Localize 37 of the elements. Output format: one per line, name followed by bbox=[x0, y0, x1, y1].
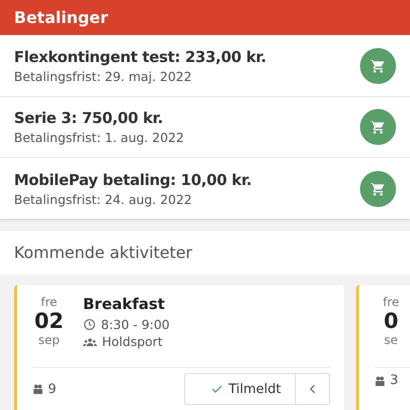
day-number: 02 bbox=[34, 309, 64, 333]
payment-row[interactable]: MobilePay betaling: 10,00 kr. Betalingsfrist: 24. aug. 2022 bbox=[0, 158, 410, 219]
payment-due-date: Betalingsfrist: 24. aug. 2022 bbox=[14, 192, 193, 206]
payment-title: Flexkontingent test: 233,00 kr. bbox=[14, 48, 266, 66]
payment-row[interactable]: Serie 3: 750,00 kr. Betalingsfrist: 1. aug. 2022 bbox=[0, 97, 410, 158]
cart-icon bbox=[370, 119, 386, 135]
participant-count: 3 bbox=[390, 373, 398, 388]
participant-count: 9 bbox=[48, 382, 56, 396]
activity-card[interactable]: fre 02 sep Breakfast 8:30 - 9:00 Holdsport 9 Tilmeldt bbox=[14, 285, 344, 410]
weekday-label: fre bbox=[382, 295, 400, 309]
payment-due-date: Betalingsfrist: 1. aug. 2022 bbox=[14, 130, 184, 145]
signup-status-button[interactable]: Tilmeldt bbox=[184, 373, 296, 405]
month-label: se bbox=[384, 333, 398, 347]
day-number: 0 bbox=[384, 309, 398, 333]
people-icon bbox=[375, 376, 385, 386]
check-icon bbox=[210, 383, 223, 395]
payment-due-date: Betalingsfrist: 29. maj. 2022 bbox=[14, 69, 193, 84]
payment-title: MobilePay betaling: 10,00 kr. bbox=[14, 170, 252, 188]
cart-button[interactable] bbox=[360, 109, 396, 145]
group-icon bbox=[83, 336, 97, 346]
activity-time: 8:30 - 9:00 bbox=[101, 317, 170, 332]
cart-button[interactable] bbox=[360, 170, 396, 206]
activity-card[interactable]: fre 0 se 3 bbox=[356, 285, 410, 410]
weekday-label: fre bbox=[40, 295, 58, 309]
cart-icon bbox=[370, 180, 386, 196]
people-icon bbox=[33, 384, 43, 394]
cart-icon bbox=[370, 58, 386, 74]
payment-title: Serie 3: 750,00 kr. bbox=[14, 109, 164, 127]
payment-row[interactable]: Flexkontingent test: 233,00 kr. Betalingsfrist: 29. maj. 2022 bbox=[0, 36, 410, 97]
chevron-icon bbox=[309, 384, 316, 394]
cart-button[interactable] bbox=[360, 48, 396, 84]
activity-title: Breakfast bbox=[83, 295, 166, 313]
month-label: sep bbox=[38, 333, 60, 347]
clock-icon bbox=[83, 318, 96, 331]
page-title: Betalinger bbox=[14, 8, 108, 27]
team-name: Holdsport bbox=[102, 334, 163, 349]
section-title: Kommende aktiviteter bbox=[14, 243, 192, 262]
